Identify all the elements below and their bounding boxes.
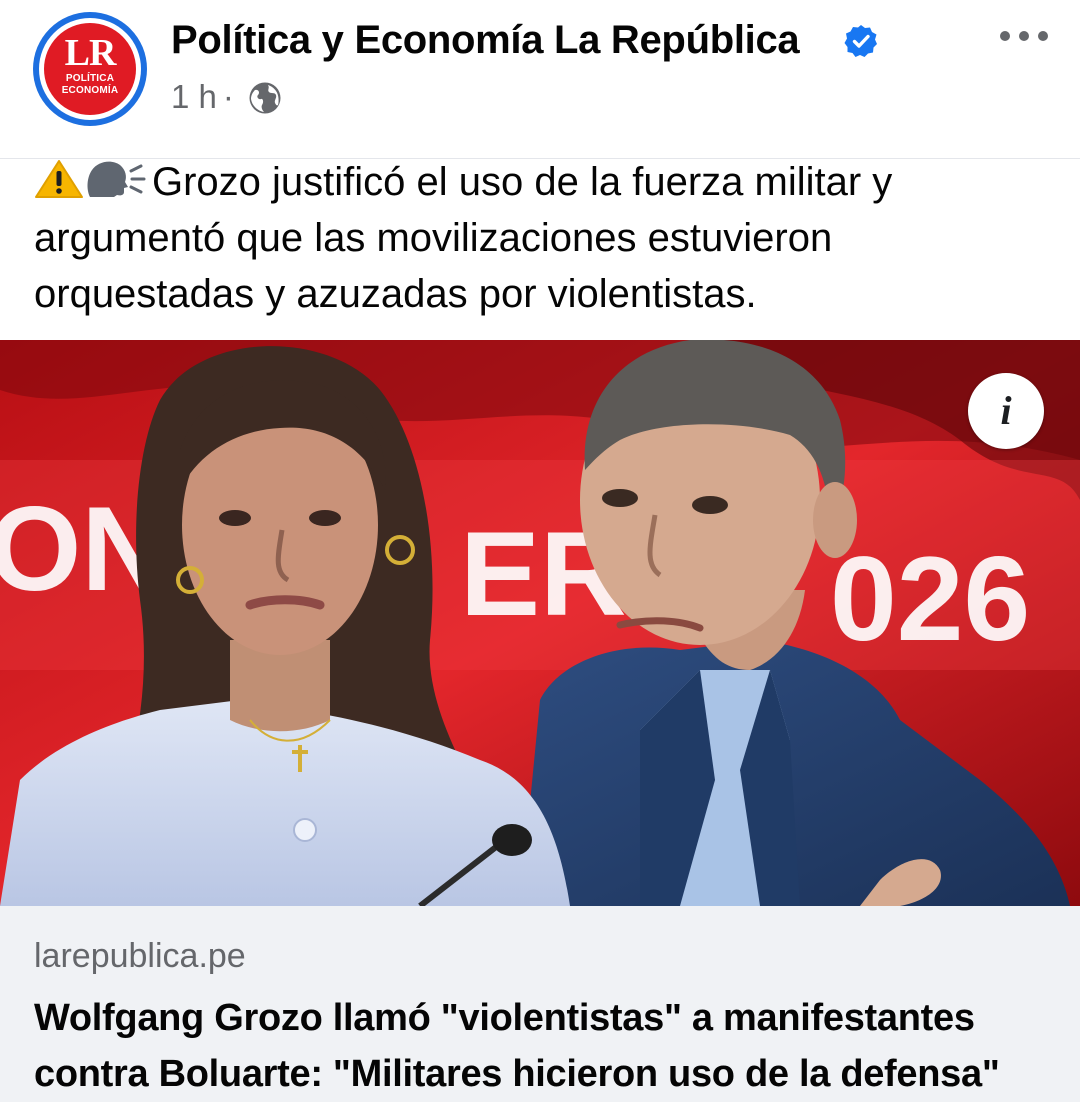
page-name-link[interactable]: Política y Economía La República (171, 16, 800, 64)
logo-line-1: POLÍTICA (65, 73, 115, 84)
link-preview-card[interactable]: larepublica.pe Wolfgang Grozo llamó "vio… (0, 906, 1080, 1102)
more-options-icon[interactable] (996, 22, 1052, 50)
info-icon: i (1000, 388, 1012, 433)
backdrop-text-right: 026 (830, 532, 1030, 666)
meta-separator: · (222, 78, 234, 115)
avatar-logo: LR POLÍTICA ECONOMÍA (44, 23, 136, 115)
verified-badge-icon (844, 25, 877, 57)
page-avatar[interactable]: LR POLÍTICA ECONOMÍA (33, 12, 147, 126)
link-headline[interactable]: Wolfgang Grozo llamó "violentistas" a ma… (34, 990, 1064, 1102)
image-info-button[interactable]: i (968, 373, 1044, 449)
post-header: LR POLÍTICA ECONOMÍA Política y Economía… (0, 0, 1080, 158)
speaking-head-emoji-icon (87, 161, 146, 197)
post-meta: 1 h · (171, 75, 240, 119)
post-body: Grozo justificó el uso de la fuerza mili… (34, 154, 1054, 322)
warning-emoji-icon (35, 160, 83, 198)
news-photo: ONE ERA 026 (0, 340, 1080, 906)
post-timestamp[interactable]: 1 h (171, 78, 217, 115)
logo-letters: LR (64, 32, 117, 74)
logo-line-2: ECONOMÍA (61, 85, 119, 96)
link-preview-image[interactable]: ONE ERA 026 (0, 340, 1080, 906)
globe-icon[interactable] (248, 81, 282, 115)
post-body-text: Grozo justificó el uso de la fuerza mili… (34, 160, 893, 316)
link-domain: larepublica.pe (34, 937, 246, 975)
